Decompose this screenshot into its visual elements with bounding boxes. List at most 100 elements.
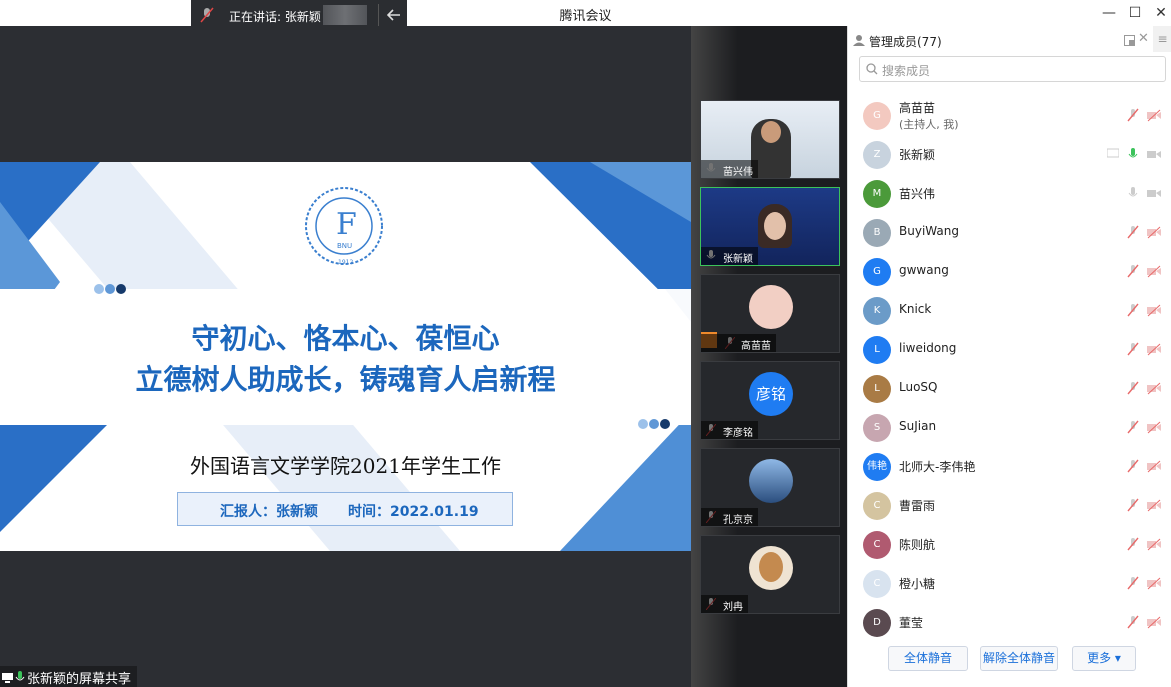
- member-avatar: D: [863, 609, 891, 637]
- popout-icon[interactable]: [1124, 35, 1135, 46]
- member-row[interactable]: S SuJian: [848, 409, 1171, 448]
- participant-avatar: [749, 459, 793, 503]
- share-label: 张新颖的屏幕共享: [27, 672, 132, 687]
- date-label: 时间：2022.01.19: [348, 504, 479, 520]
- member-avatar: Z: [863, 141, 891, 169]
- member-row[interactable]: M 苗兴伟: [848, 175, 1171, 214]
- member-row[interactable]: Ggwwang: [848, 253, 1171, 292]
- screen-share-icon: [1107, 148, 1119, 158]
- member-row[interactable]: C 橙小糖: [848, 565, 1171, 604]
- member-row[interactable]: D 董莹: [848, 604, 1171, 643]
- maximize-button[interactable]: ☐: [1125, 3, 1145, 23]
- video-tile[interactable]: 孔京京: [700, 448, 840, 527]
- more-button[interactable]: 更多 ▾: [1072, 646, 1136, 671]
- video-tile[interactable]: 苗兴伟: [700, 100, 840, 179]
- member-name: BuyiWang: [899, 224, 959, 238]
- video-tile[interactable]: 高苗苗: [700, 274, 840, 353]
- search-input[interactable]: 搜索成员: [859, 56, 1166, 82]
- slide-subtitle: 外国语言文学学院2021年学生工作: [190, 454, 501, 478]
- member-row[interactable]: C 陈则航: [848, 526, 1171, 565]
- mic-muted-icon[interactable]: [1127, 537, 1139, 551]
- member-row[interactable]: G 高苗苗 (主持人, 我): [848, 97, 1171, 136]
- member-avatar: G: [863, 258, 891, 286]
- mic-muted-icon[interactable]: [1127, 498, 1139, 512]
- speaking-label: 正在讲话: 张新颖: [229, 10, 321, 24]
- search-icon: [866, 63, 878, 75]
- member-avatar: G: [863, 102, 891, 130]
- video-tile[interactable]: 彦铭 李彦铭: [700, 361, 840, 440]
- member-status-icons: [1127, 459, 1161, 473]
- video-tile-name: 高苗苗: [701, 334, 776, 352]
- mic-muted-icon[interactable]: [1127, 615, 1139, 629]
- mic-muted-icon[interactable]: [1127, 264, 1139, 278]
- mic-muted-icon[interactable]: [1127, 420, 1139, 434]
- members-panel: 管理成员(77) ✕ ≡ 搜索成员 G 高苗苗 (主持人, 我) Z 张新颖 M 苗兴伟 B B…: [847, 26, 1171, 687]
- close-button[interactable]: ✕: [1151, 3, 1171, 23]
- divider: [378, 4, 379, 26]
- member-name: 陈则航: [899, 538, 936, 552]
- member-name: 北师大-李伟艳: [899, 460, 976, 474]
- camera-icon[interactable]: [1147, 147, 1161, 161]
- camera-off-icon[interactable]: [1147, 303, 1161, 317]
- member-status-icons: [1127, 342, 1161, 356]
- member-row[interactable]: C 曹雷雨: [848, 487, 1171, 526]
- member-status-icons: [1127, 537, 1161, 551]
- video-tile[interactable]: 刘冉: [700, 535, 840, 614]
- avatar-dog: [759, 552, 783, 582]
- camera-icon[interactable]: [1147, 186, 1161, 200]
- camera-off-icon[interactable]: [1147, 381, 1161, 395]
- mic-muted-icon[interactable]: [1127, 108, 1139, 122]
- camera-off-icon[interactable]: [1147, 342, 1161, 356]
- mic-active-icon[interactable]: [1127, 147, 1139, 161]
- mic-muted-icon[interactable]: [1127, 303, 1139, 317]
- member-row[interactable]: 伟艳 北师大-李伟艳: [848, 448, 1171, 487]
- member-status-icons: [1127, 264, 1161, 278]
- mic-muted-icon[interactable]: [1127, 381, 1139, 395]
- member-row[interactable]: K Knick: [848, 292, 1171, 331]
- minimize-button[interactable]: —: [1099, 3, 1119, 23]
- collapse-arrow-icon[interactable]: [387, 8, 401, 22]
- window-title: 腾讯会议: [559, 9, 612, 24]
- panel-menu-icon[interactable]: ≡: [1153, 26, 1171, 52]
- member-name: 张新颖: [899, 148, 936, 162]
- member-row[interactable]: B BuyiWang: [848, 214, 1171, 253]
- member-avatar: 伟艳: [863, 453, 891, 481]
- member-avatar: C: [863, 531, 891, 559]
- member-status-icons: [1127, 498, 1161, 512]
- member-name: 高苗苗: [899, 101, 936, 115]
- member-status-icons: [1127, 576, 1161, 590]
- member-avatar: L: [863, 336, 891, 364]
- camera-off-icon[interactable]: [1147, 420, 1161, 434]
- shared-slide: F BNU 1912 守初心、恪本心、葆恒心 立德树人助成长，铸魂育人启新程 外…: [0, 162, 691, 551]
- mic-muted-icon[interactable]: [1127, 459, 1139, 473]
- speaking-indicator: 正在讲话: 张新颖: [191, 0, 407, 30]
- camera-off-icon[interactable]: [1147, 459, 1161, 473]
- member-row[interactable]: Lliweidong: [848, 331, 1171, 370]
- camera-off-icon[interactable]: [1147, 108, 1161, 122]
- participant-face: [761, 121, 781, 143]
- camera-off-icon[interactable]: [1147, 498, 1161, 512]
- member-row[interactable]: L LuoSQ: [848, 370, 1171, 409]
- reporter-label: 汇报人：张新颖: [220, 504, 318, 520]
- mic-icon[interactable]: [1127, 186, 1139, 200]
- video-tile[interactable]: 张新颖: [700, 187, 840, 266]
- panel-close-icon[interactable]: ✕: [1138, 31, 1149, 46]
- mic-muted-icon[interactable]: [1127, 225, 1139, 239]
- video-tile-name: 孔京京: [701, 508, 758, 526]
- camera-off-icon[interactable]: [1147, 264, 1161, 278]
- mic-muted-icon[interactable]: [1127, 342, 1139, 356]
- camera-off-icon[interactable]: [1147, 225, 1161, 239]
- unmute-all-button[interactable]: 解除全体静音: [980, 646, 1058, 671]
- svg-text:BNU: BNU: [337, 242, 352, 250]
- participant-avatar: 彦铭: [749, 372, 793, 416]
- panel-title: 管理成员(77): [869, 35, 942, 49]
- svg-text:F: F: [336, 207, 357, 242]
- member-status-icons: [1127, 108, 1161, 122]
- camera-off-icon[interactable]: [1147, 576, 1161, 590]
- member-row[interactable]: Z 张新颖: [848, 136, 1171, 175]
- camera-off-icon[interactable]: [1147, 537, 1161, 551]
- participant-face: [764, 212, 786, 240]
- camera-off-icon[interactable]: [1147, 615, 1161, 629]
- mute-all-button[interactable]: 全体静音: [888, 646, 968, 671]
- mic-muted-icon[interactable]: [1127, 576, 1139, 590]
